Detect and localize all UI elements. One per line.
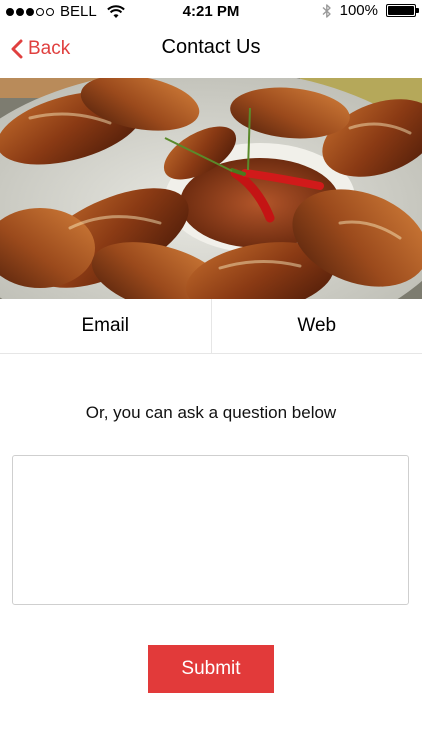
question-prompt: Or, you can ask a question below <box>85 403 337 422</box>
contact-tabs: Email Web <box>0 299 422 354</box>
chicken-wings-photo <box>0 78 422 299</box>
status-bar: BELL 4:21 PM 100% <box>0 0 422 24</box>
status-right: 100% <box>322 2 419 19</box>
navigation-bar: Back Contact Us <box>0 24 422 78</box>
tab-email[interactable]: Email <box>0 299 211 353</box>
contact-us-screen: BELL 4:21 PM 100% Back Contact Us Email … <box>0 0 422 750</box>
bluetooth-icon <box>322 3 331 18</box>
page-title: Contact Us <box>161 36 261 58</box>
hero-image <box>0 78 422 299</box>
submit-button[interactable]: Submit <box>148 645 274 693</box>
question-textarea[interactable] <box>12 455 409 605</box>
battery-percent: 100% <box>339 2 378 19</box>
battery-icon <box>386 4 419 17</box>
tab-web[interactable]: Web <box>210 299 422 353</box>
